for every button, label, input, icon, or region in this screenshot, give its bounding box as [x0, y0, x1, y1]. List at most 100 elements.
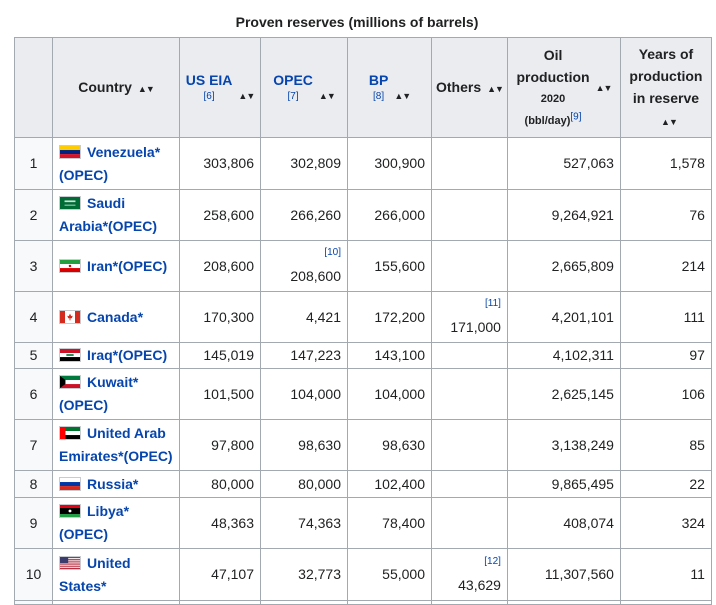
sort-updown-icon[interactable]: ▲▼ — [238, 91, 255, 101]
libya-flag-icon — [59, 504, 81, 518]
oil-header-ref[interactable]: [9] — [570, 111, 581, 122]
us-eia-cell: 208,600 — [179, 240, 261, 292]
production-cell: 11,307,560 — [506, 548, 621, 601]
others-cell: [11] 171,000 — [431, 291, 508, 343]
sort-updown-icon[interactable]: ▲▼ — [487, 84, 504, 94]
country-link[interactable]: Libya* — [87, 503, 129, 519]
country-cell: Saudi Arabia*(OPEC) — [52, 189, 180, 241]
country-header[interactable]: Country ▲▼ — [52, 37, 180, 138]
production-cell: 9,264,921 — [506, 189, 621, 241]
rank-cell: 9 — [14, 497, 53, 549]
country-link[interactable]: United Arab — [87, 425, 166, 441]
country-link[interactable]: Russia* — [87, 476, 138, 492]
production-cell: 4,102,311 — [506, 342, 621, 369]
table-caption: Proven reserves (millions of barrels) — [235, 14, 479, 30]
us-eia-cell: 47,107 — [179, 548, 261, 601]
table-row — [14, 600, 712, 605]
us-eia-header[interactable]: US EIA [6] ▲▼ — [179, 37, 261, 138]
bp-cell: 78,400 — [347, 497, 432, 549]
oil-production-header[interactable]: Oil production 2020 (bbl/day)[9] ▲▼ — [506, 37, 621, 138]
years-header-line3: in reserve — [632, 89, 700, 106]
production-cell: 2,665,809 — [506, 240, 621, 292]
oil-header-year: 2020 — [540, 92, 566, 105]
rank-cell: 6 — [14, 368, 53, 420]
opec-cell: 147,223 — [260, 342, 348, 369]
bp-link[interactable]: BP — [369, 72, 388, 88]
others-cell-ref[interactable]: [12] — [438, 555, 501, 569]
saudi-arabia-flag-icon — [59, 196, 81, 210]
opec-cell: [10] 208,600 — [260, 240, 348, 292]
russia-flag-icon — [59, 476, 81, 491]
opec-cell: 302,809 — [260, 137, 348, 190]
others-header[interactable]: Others ▲▼ — [431, 37, 508, 138]
sort-updown-icon[interactable]: ▲▼ — [394, 91, 411, 101]
production-cell: 2,625,145 — [506, 368, 621, 420]
rank-cell: 4 — [14, 291, 53, 343]
country-cell: Iraq*(OPEC) — [52, 342, 180, 369]
production-cell: 4,201,101 — [506, 291, 621, 343]
country-link-2[interactable]: (OPEC) — [59, 167, 108, 183]
opec-cell-ref[interactable]: [10] — [267, 246, 341, 260]
country-link[interactable]: Saudi — [87, 195, 125, 211]
opec-link[interactable]: OPEC — [273, 72, 313, 88]
years-cell: 85 — [619, 419, 712, 471]
bp-header[interactable]: BP [8] ▲▼ — [347, 37, 432, 138]
bp-cell: 143,100 — [347, 342, 432, 369]
country-link[interactable]: Iraq*(OPEC) — [87, 347, 167, 363]
opec-ref[interactable]: [7] — [273, 91, 313, 103]
others-cell — [431, 189, 508, 241]
years-header[interactable]: Years of production in reserve ▲▼ — [619, 37, 712, 138]
rank-cell: 10 — [14, 548, 53, 601]
country-link-2[interactable]: (OPEC) — [59, 397, 108, 413]
sort-updown-icon[interactable]: ▲▼ — [319, 91, 336, 101]
country-cell: United Arab Emirates*(OPEC) — [52, 419, 180, 471]
years-cell: 22 — [619, 470, 712, 498]
country-cell: Kuwait* (OPEC) — [52, 368, 180, 420]
country-link[interactable]: Iran*(OPEC) — [87, 258, 167, 274]
country-link[interactable]: United — [87, 555, 131, 571]
others-cell: [12] 43,629 — [431, 548, 508, 601]
us-eia-cell: 303,806 — [179, 137, 261, 190]
opec-header[interactable]: OPEC [7] ▲▼ — [260, 37, 348, 138]
bp-cell: 172,200 — [347, 291, 432, 343]
sort-updown-icon[interactable]: ▲▼ — [661, 117, 678, 127]
table-row: 2 Saudi Arabia*(OPEC) 258,600 266,260 266… — [14, 189, 712, 241]
years-cell: 214 — [619, 240, 712, 292]
country-link[interactable]: Kuwait* — [87, 374, 138, 390]
others-cell — [431, 470, 508, 498]
bp-cell: 155,600 — [347, 240, 432, 292]
country-cell: Canada* — [52, 291, 180, 343]
country-cell: Russia* — [52, 470, 180, 498]
bp-cell — [347, 600, 432, 605]
bp-cell: 300,900 — [347, 137, 432, 190]
others-cell — [431, 600, 508, 605]
opec-cell: 98,630 — [260, 419, 348, 471]
table-row: 6 Kuwait* (OPEC) 101,500 104,000 104,000 … — [14, 368, 712, 420]
rank-header — [14, 37, 53, 138]
opec-cell: 4,421 — [260, 291, 348, 343]
us-eia-cell: 258,600 — [179, 189, 261, 241]
country-link[interactable]: Venezuela* — [87, 144, 160, 160]
opec-cell: 80,000 — [260, 470, 348, 498]
rank-cell: 5 — [14, 342, 53, 369]
country-header-label: Country — [78, 78, 132, 95]
table-row: 7 United Arab Emirates*(OPEC) 97,800 98,6… — [14, 419, 712, 471]
country-link-2[interactable]: Arabia*(OPEC) — [59, 218, 157, 234]
others-cell — [431, 497, 508, 549]
table-row: 10 United States* 47,107 32,773 55,000 [1… — [14, 548, 712, 601]
opec-cell: 32,773 — [260, 548, 348, 601]
country-link-2[interactable]: States* — [59, 578, 106, 594]
others-cell — [431, 240, 508, 292]
sort-updown-icon[interactable]: ▲▼ — [596, 83, 613, 93]
country-link[interactable]: Canada* — [87, 309, 143, 325]
us-eia-link[interactable]: US EIA — [186, 72, 233, 88]
iraq-flag-icon — [59, 348, 81, 362]
us-eia-ref[interactable]: [6] — [186, 91, 233, 103]
bp-ref[interactable]: [8] — [369, 91, 388, 103]
sort-updown-icon[interactable]: ▲▼ — [138, 84, 155, 94]
us-eia-cell: 97,800 — [179, 419, 261, 471]
country-link-2[interactable]: (OPEC) — [59, 526, 108, 542]
others-cell-ref[interactable]: [11] — [438, 297, 501, 311]
iran-flag-icon — [59, 258, 81, 273]
country-link-2[interactable]: Emirates*(OPEC) — [59, 448, 173, 464]
